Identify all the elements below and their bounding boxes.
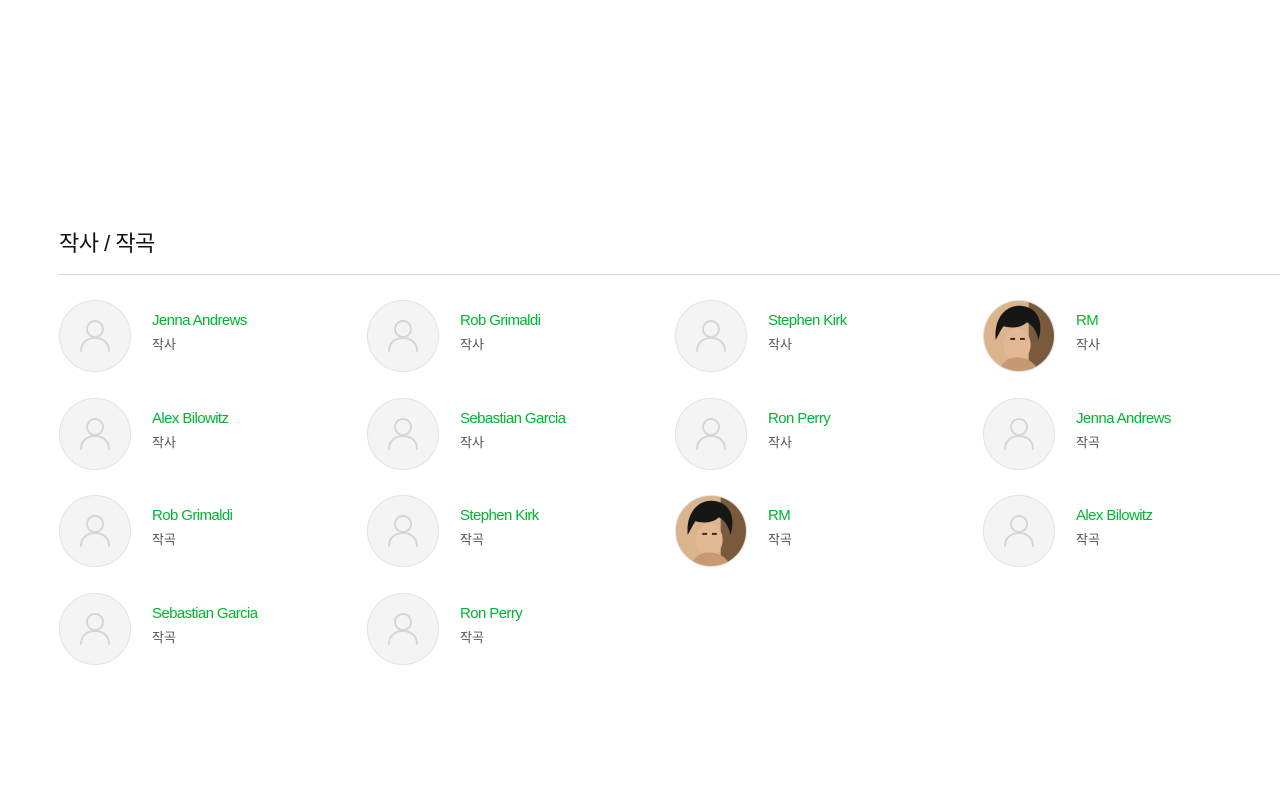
credit-item[interactable]: Stephen Kirk 작곡 <box>367 495 675 593</box>
page: 작사 / 작곡 Jenna Andrews 작사 Rob Grimaldi 작사 Ste… <box>0 0 1280 800</box>
credit-text: Stephen Kirk 작곡 <box>460 495 539 549</box>
credit-item[interactable]: Alex Bilowitz 작곡 <box>983 495 1280 593</box>
credit-role: 작사 <box>768 337 792 352</box>
credit-text: Rob Grimaldi 작사 <box>460 300 541 354</box>
credit-item[interactable]: Sebastian Garcia 작사 <box>367 397 675 496</box>
credit-name-link[interactable]: Stephen Kirk <box>768 312 847 330</box>
credit-name-link[interactable]: Ron Perry <box>460 605 523 623</box>
credit-role: 작사 <box>460 434 484 450</box>
user-silhouette-icon[interactable] <box>367 592 439 665</box>
credit-role: 작곡 <box>768 532 792 548</box>
credit-name-link[interactable]: Sebastian Garcia <box>152 605 258 623</box>
credit-text: Sebastian Garcia 작사 <box>460 398 566 452</box>
user-silhouette-icon[interactable] <box>983 495 1055 568</box>
credit-item[interactable]: Jenna Andrews 작곡 <box>983 397 1280 496</box>
credit-item[interactable]: Ron Perry 작사 <box>675 397 983 496</box>
credit-text: Ron Perry 작사 <box>768 398 831 452</box>
credit-item[interactable]: Rob Grimaldi 작사 <box>367 300 675 398</box>
credit-item[interactable]: Rob Grimaldi 작곡 <box>59 495 367 593</box>
credit-text: Stephen Kirk 작사 <box>768 300 847 354</box>
credit-grid: Jenna Andrews 작사 Rob Grimaldi 작사 Stephen Kir… <box>59 275 1280 690</box>
user-silhouette-icon[interactable] <box>367 300 439 372</box>
credit-role: 작곡 <box>152 629 176 645</box>
credit-role: 작사 <box>768 434 792 450</box>
credit-role: 작사 <box>152 337 176 352</box>
artist-photo[interactable] <box>983 300 1055 372</box>
credit-item[interactable]: RM 작곡 <box>675 495 983 593</box>
credit-name-link[interactable]: RM <box>1076 312 1100 330</box>
user-silhouette-icon[interactable] <box>59 495 131 568</box>
credit-name-link[interactable]: Alex Bilowitz <box>1076 507 1153 525</box>
credit-role: 작곡 <box>460 532 484 548</box>
credits-section: 작사 / 작곡 Jenna Andrews 작사 Rob Grimaldi 작사 Ste… <box>59 226 1280 690</box>
user-silhouette-icon[interactable] <box>367 397 439 470</box>
credit-item[interactable]: Alex Bilowitz 작사 <box>59 397 367 496</box>
credit-name-link[interactable]: Rob Grimaldi <box>152 507 233 525</box>
credit-name-link[interactable]: Sebastian Garcia <box>460 410 566 428</box>
credit-text: Jenna Andrews 작곡 <box>1076 398 1171 452</box>
credit-text: Alex Bilowitz 작곡 <box>1076 495 1153 549</box>
credit-name-link[interactable]: Stephen Kirk <box>460 507 539 525</box>
credit-text: Rob Grimaldi 작곡 <box>152 495 233 549</box>
credit-item[interactable]: Sebastian Garcia 작곡 <box>59 592 367 691</box>
user-silhouette-icon[interactable] <box>675 300 747 372</box>
credit-item[interactable]: Stephen Kirk 작사 <box>675 300 983 398</box>
credit-text: Ron Perry 작곡 <box>460 593 523 647</box>
user-silhouette-icon[interactable] <box>59 300 131 372</box>
user-silhouette-icon[interactable] <box>983 397 1055 470</box>
credit-item[interactable]: RM 작사 <box>983 300 1280 398</box>
user-silhouette-icon[interactable] <box>367 495 439 568</box>
credit-text: Jenna Andrews 작사 <box>152 300 247 354</box>
credit-name-link[interactable]: Alex Bilowitz <box>152 410 229 428</box>
credit-name-link[interactable]: Jenna Andrews <box>1076 410 1171 428</box>
credit-role: 작곡 <box>1076 532 1100 548</box>
credit-name-link[interactable]: Jenna Andrews <box>152 312 247 330</box>
credit-role: 작곡 <box>152 532 176 548</box>
credit-item[interactable]: Jenna Andrews 작사 <box>59 300 367 398</box>
credit-name-link[interactable]: RM <box>768 507 792 525</box>
credit-role: 작사 <box>152 434 176 450</box>
user-silhouette-icon[interactable] <box>675 397 747 470</box>
credit-role: 작사 <box>460 337 484 352</box>
credit-role: 작곡 <box>1076 434 1100 450</box>
credit-name-link[interactable]: Rob Grimaldi <box>460 312 541 330</box>
credit-text: RM 작곡 <box>768 495 792 549</box>
credit-item[interactable]: Ron Perry 작곡 <box>367 592 675 691</box>
credit-role: 작곡 <box>460 629 484 645</box>
artist-photo[interactable] <box>675 495 747 568</box>
user-silhouette-icon[interactable] <box>59 592 131 665</box>
credit-name-link[interactable]: Ron Perry <box>768 410 831 428</box>
section-title: 작사 / 작곡 <box>59 226 1280 275</box>
user-silhouette-icon[interactable] <box>59 397 131 470</box>
credit-role: 작사 <box>1076 337 1100 352</box>
credit-text: Sebastian Garcia 작곡 <box>152 593 258 647</box>
credit-text: Alex Bilowitz 작사 <box>152 398 229 452</box>
credit-text: RM 작사 <box>1076 300 1100 354</box>
